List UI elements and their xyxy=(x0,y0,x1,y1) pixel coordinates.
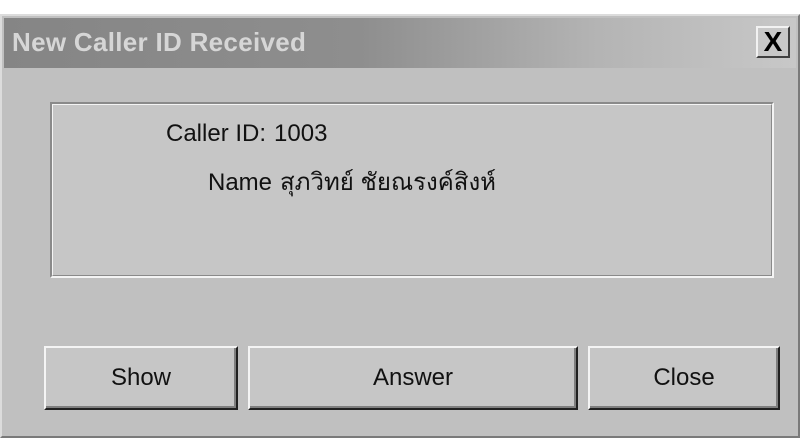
title-bar[interactable]: New Caller ID Received X xyxy=(4,18,796,68)
show-button-label: Show xyxy=(110,364,172,391)
caller-info-panel: Caller ID: 1003 Name สุภวิทย์ ชัยณรงค์สิงห… xyxy=(50,102,774,278)
caller-id-value: 1003 xyxy=(274,120,328,147)
show-button[interactable]: Show xyxy=(44,346,238,410)
caller-name-value: สุภวิทย์ ชัยณรงค์สิงห์ xyxy=(280,169,496,196)
window-title: New Caller ID Received xyxy=(12,27,307,57)
caller-id-label: Caller ID: xyxy=(166,120,267,147)
caller-name-row: Name สุภวิทย์ ชัยณรงค์สิงห์ xyxy=(208,162,496,201)
close-button[interactable]: Close xyxy=(588,346,780,410)
caller-id-row: Caller ID: 1003 xyxy=(166,120,327,148)
close-button-label: Close xyxy=(653,364,715,391)
caller-id-dialog: New Caller ID Received X Caller ID: 1003 … xyxy=(0,14,800,438)
caller-name-label: Name xyxy=(208,169,273,196)
answer-button-label: Answer xyxy=(372,364,454,391)
answer-button[interactable]: Answer xyxy=(248,346,578,410)
close-icon: X xyxy=(763,26,783,57)
close-window-button[interactable]: X xyxy=(756,26,790,58)
